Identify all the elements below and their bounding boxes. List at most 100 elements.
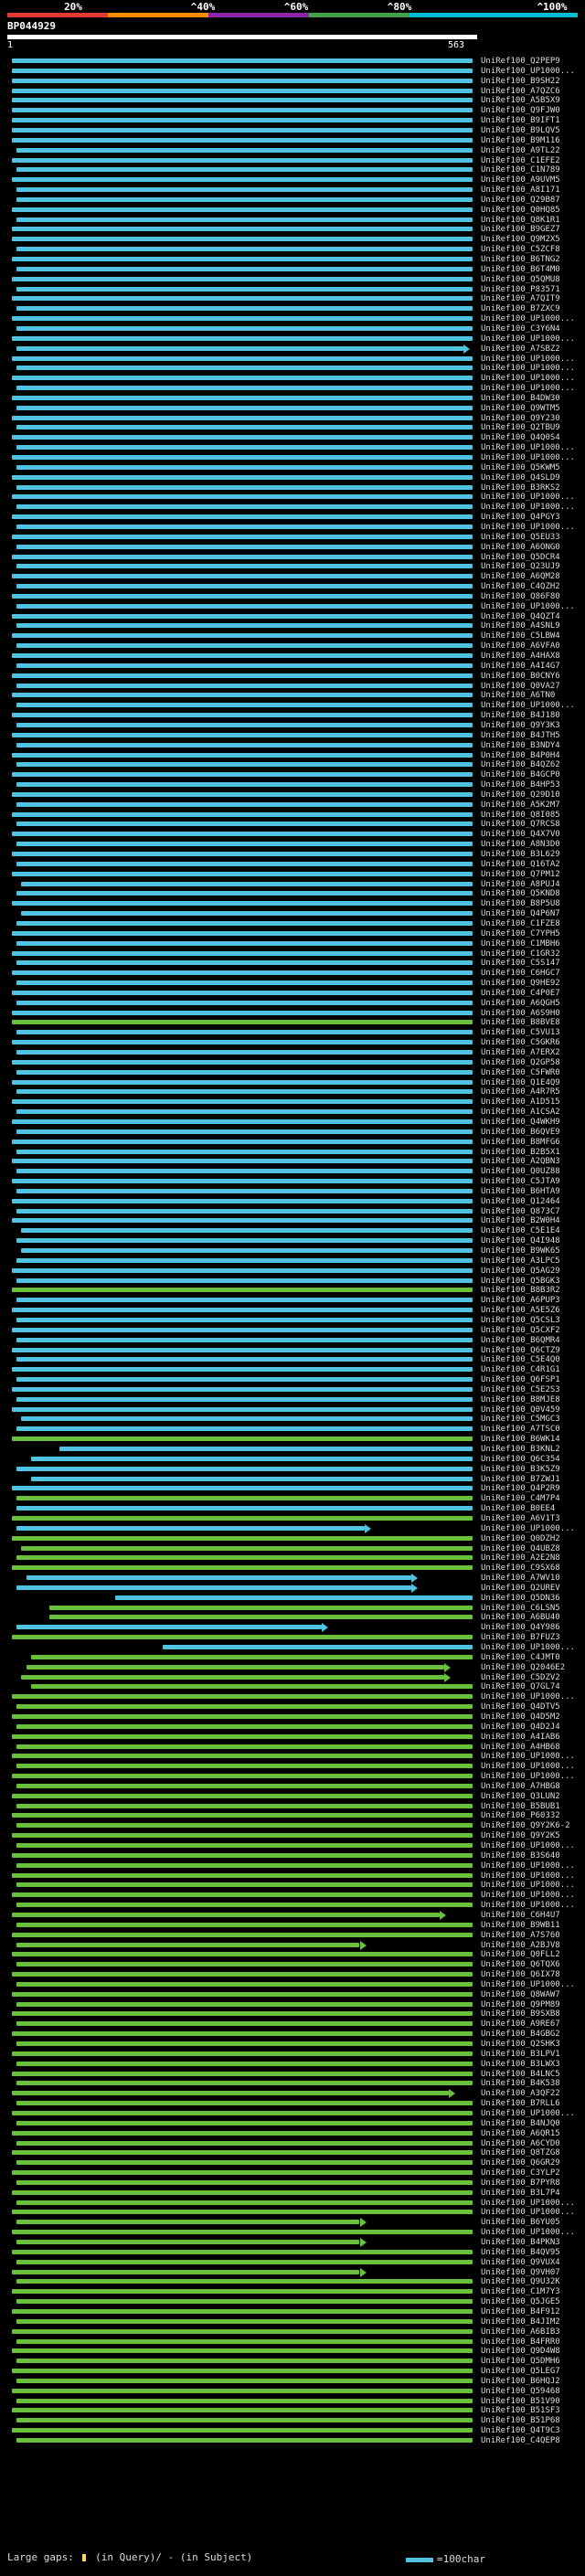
alignment-bar[interactable]: [12, 2091, 450, 2096]
hit-row[interactable]: UniRef100_UP1000...: [0, 1980, 585, 1989]
hit-label[interactable]: UniRef100_B7FUZ3: [481, 1633, 583, 1642]
hit-label[interactable]: UniRef100_Q2046E2: [481, 1663, 583, 1672]
hit-label[interactable]: UniRef100_Q5DCR4: [481, 553, 583, 562]
hit-label[interactable]: UniRef100_Q2UREV: [481, 1584, 583, 1593]
hit-row[interactable]: UniRef100_B8MJE8: [0, 1395, 585, 1405]
hit-row[interactable]: UniRef100_A7QIT9: [0, 294, 585, 303]
hit-label[interactable]: UniRef100_C1FZE8: [481, 919, 583, 928]
alignment-bar[interactable]: [16, 1257, 473, 1263]
hit-label[interactable]: UniRef100_Q2TBU9: [481, 423, 583, 432]
hit-row[interactable]: UniRef100_A4HAX8: [0, 652, 585, 661]
hit-row[interactable]: UniRef100_B4NJQ0: [0, 2119, 585, 2128]
hit-row[interactable]: UniRef100_Q8WAW7: [0, 1990, 585, 1999]
alignment-bar[interactable]: [16, 2001, 473, 2007]
hit-label[interactable]: UniRef100_UP1000...: [481, 384, 583, 393]
hit-label[interactable]: UniRef100_B4GBG2: [481, 2030, 583, 2039]
hit-row[interactable]: UniRef100_B8P5U8: [0, 899, 585, 908]
hit-label[interactable]: UniRef100_UP1000...: [481, 374, 583, 383]
hit-row[interactable]: UniRef100_B6T4M0: [0, 265, 585, 274]
hit-label[interactable]: UniRef100_A9RE67: [481, 2019, 583, 2029]
hit-label[interactable]: UniRef100_A3LPC5: [481, 1256, 583, 1266]
hit-row[interactable]: UniRef100_Q4P6N7: [0, 909, 585, 918]
alignment-bar[interactable]: [12, 127, 473, 133]
alignment-bar[interactable]: [16, 1723, 473, 1729]
hit-row[interactable]: UniRef100_B0EE4: [0, 1504, 585, 1513]
hit-label[interactable]: UniRef100_A6BU40: [481, 1613, 583, 1622]
hit-row[interactable]: UniRef100_C5E4Q0: [0, 1355, 585, 1364]
alignment-bar[interactable]: [16, 1585, 412, 1590]
hit-row[interactable]: UniRef100_A6ONG0: [0, 543, 585, 552]
hit-label[interactable]: UniRef100_Q0DZH2: [481, 1534, 583, 1543]
hit-label[interactable]: UniRef100_UP1000...: [481, 1861, 583, 1871]
hit-label[interactable]: UniRef100_Q873C7: [481, 1207, 583, 1216]
hit-label[interactable]: UniRef100_C1EFE2: [481, 156, 583, 165]
hit-label[interactable]: UniRef100_B4FRR0: [481, 2337, 583, 2347]
alignment-bar[interactable]: [16, 722, 473, 727]
alignment-bar[interactable]: [16, 187, 473, 193]
hit-row[interactable]: UniRef100_A4IAB6: [0, 1733, 585, 1742]
hit-row[interactable]: UniRef100_A4HB68: [0, 1743, 585, 1752]
hit-row[interactable]: UniRef100_Q16TA2: [0, 860, 585, 869]
alignment-bar[interactable]: [16, 1843, 473, 1848]
hit-label[interactable]: UniRef100_B9WB11: [481, 1921, 583, 1930]
alignment-bar[interactable]: [12, 1079, 473, 1085]
hit-row[interactable]: UniRef100_B4PKN3: [0, 2238, 585, 2247]
hit-row[interactable]: UniRef100_B4QV95: [0, 2248, 585, 2257]
alignment-bar[interactable]: [16, 2061, 473, 2066]
hit-row[interactable]: UniRef100_A7HBG8: [0, 1782, 585, 1791]
alignment-bar[interactable]: [21, 1248, 473, 1253]
alignment-bar[interactable]: [12, 970, 473, 976]
alignment-bar[interactable]: [12, 1436, 473, 1442]
hit-label[interactable]: UniRef100_B2W0H4: [481, 1216, 583, 1225]
hit-label[interactable]: UniRef100_UP1000...: [481, 67, 583, 76]
alignment-bar[interactable]: [12, 376, 473, 381]
alignment-bar[interactable]: [12, 2369, 473, 2374]
hit-label[interactable]: UniRef100_A7SBZ2: [481, 345, 583, 354]
hit-label[interactable]: UniRef100_UP1000...: [481, 453, 583, 462]
hit-row[interactable]: UniRef100_UP1000...: [0, 453, 585, 462]
alignment-bar[interactable]: [12, 435, 473, 440]
hit-label[interactable]: UniRef100_B9SH22: [481, 77, 583, 86]
hit-row[interactable]: UniRef100_B4HP53: [0, 780, 585, 790]
alignment-bar[interactable]: [21, 911, 473, 917]
alignment-bar[interactable]: [16, 445, 473, 451]
hit-row[interactable]: UniRef100_B3S640: [0, 1851, 585, 1860]
hit-label[interactable]: UniRef100_B4J180: [481, 711, 583, 720]
hit-label[interactable]: UniRef100_C5LBW4: [481, 631, 583, 641]
hit-row[interactable]: UniRef100_Q8K1R1: [0, 216, 585, 225]
hit-row[interactable]: UniRef100_Q0UZ88: [0, 1167, 585, 1176]
hit-row[interactable]: UniRef100_A7SBZ2: [0, 344, 585, 354]
hit-label[interactable]: UniRef100_B3L629: [481, 850, 583, 859]
alignment-bar[interactable]: [16, 366, 473, 371]
hit-row[interactable]: UniRef100_Q8I085: [0, 811, 585, 820]
alignment-bar[interactable]: [16, 504, 473, 510]
hit-row[interactable]: UniRef100_C1M7Y3: [0, 2287, 585, 2296]
hit-row[interactable]: UniRef100_Q9Y3K3: [0, 721, 585, 730]
hit-label[interactable]: UniRef100_C5E4Q0: [481, 1355, 583, 1364]
hit-row[interactable]: UniRef100_A8I171: [0, 186, 585, 195]
hit-row[interactable]: UniRef100_A2QBN3: [0, 1157, 585, 1166]
alignment-bar[interactable]: [16, 325, 473, 331]
hit-row[interactable]: UniRef100_Q0FLL2: [0, 1950, 585, 1959]
hit-label[interactable]: UniRef100_Q5DN36: [481, 1594, 583, 1603]
hit-row[interactable]: UniRef100_A8PUJ4: [0, 880, 585, 889]
hit-row[interactable]: UniRef100_Q3LUN2: [0, 1792, 585, 1801]
alignment-bar[interactable]: [16, 1169, 473, 1174]
hit-label[interactable]: UniRef100_B4LNC5: [481, 2070, 583, 2079]
hit-label[interactable]: UniRef100_C4QZH2: [481, 582, 583, 591]
alignment-bar[interactable]: [12, 118, 473, 123]
hit-label[interactable]: UniRef100_Q7GL74: [481, 1682, 583, 1691]
alignment-bar[interactable]: [16, 196, 473, 202]
alignment-bar[interactable]: [12, 1288, 473, 1293]
hit-row[interactable]: UniRef100_P60332: [0, 1811, 585, 1820]
hit-label[interactable]: UniRef100_A7QIT9: [481, 294, 583, 303]
alignment-bar[interactable]: [16, 584, 473, 589]
hit-row[interactable]: UniRef100_Q4D5M2: [0, 1712, 585, 1722]
alignment-bar[interactable]: [12, 1565, 473, 1571]
alignment-bar[interactable]: [12, 1020, 473, 1025]
hit-row[interactable]: UniRef100_UP1000...: [0, 443, 585, 452]
hit-row[interactable]: UniRef100_C6H4U7: [0, 1910, 585, 1920]
hit-label[interactable]: UniRef100_A7TSC0: [481, 1425, 583, 1434]
hit-row[interactable]: UniRef100_A6CYD0: [0, 2139, 585, 2148]
hit-row[interactable]: UniRef100_Q4WKH9: [0, 1118, 585, 1127]
